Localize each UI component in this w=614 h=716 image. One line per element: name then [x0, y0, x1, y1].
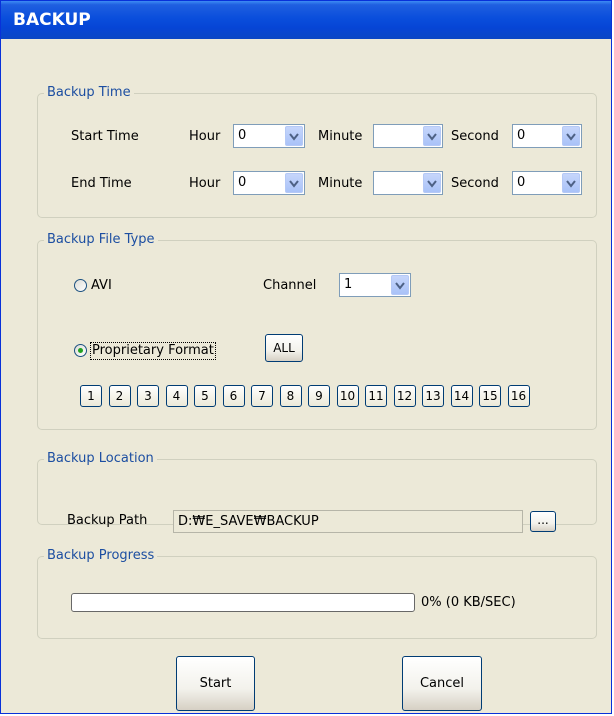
- progress-status: 0% (0 KB/SEC): [421, 595, 516, 610]
- window-title: BACKUP: [1, 1, 611, 39]
- chevron-down-icon[interactable]: [285, 173, 303, 193]
- chevron-down-icon[interactable]: [562, 173, 580, 193]
- channel-label: Channel: [263, 278, 317, 293]
- channel-button-4[interactable]: 4: [165, 385, 188, 407]
- end-hour-value: 0: [238, 175, 247, 190]
- end-minute-select[interactable]: [373, 171, 443, 195]
- browse-button-label: ...: [537, 513, 549, 527]
- channel-button-8[interactable]: 8: [279, 385, 302, 407]
- channel-button-15[interactable]: 15: [479, 385, 501, 407]
- channel-button-1[interactable]: 1: [80, 385, 102, 407]
- start-hour-label: Hour: [189, 129, 221, 144]
- file-type-legend: Backup File Type: [44, 232, 158, 248]
- channel-button-11[interactable]: 11: [365, 385, 387, 407]
- end-hour-select[interactable]: 0: [233, 171, 305, 195]
- channel-button-2[interactable]: 2: [108, 385, 131, 407]
- all-button-label: ALL: [273, 341, 295, 355]
- start-hour-value: 0: [238, 128, 247, 143]
- avi-radio[interactable]: [74, 279, 87, 292]
- start-minute-label: Minute: [318, 129, 363, 144]
- channel-button-6[interactable]: 6: [222, 385, 245, 407]
- channel-button-13[interactable]: 13: [422, 385, 444, 407]
- channel-button-3[interactable]: 3: [137, 385, 159, 407]
- start-button[interactable]: Start: [176, 656, 255, 711]
- proprietary-label[interactable]: Proprietary Format: [90, 342, 216, 360]
- start-hour-select[interactable]: 0: [233, 124, 305, 148]
- channel-button-7[interactable]: 7: [251, 385, 273, 407]
- backup-path-field[interactable]: D:₩E_SAVE₩BACKUP: [173, 510, 523, 533]
- channel-select[interactable]: 1: [339, 273, 411, 297]
- proprietary-radio[interactable]: [74, 344, 87, 357]
- channel-button-16[interactable]: 16: [507, 385, 530, 407]
- channel-button-14[interactable]: 14: [450, 385, 473, 407]
- end-second-select[interactable]: 0: [512, 171, 582, 195]
- radio-selected-dot: [78, 348, 83, 353]
- progress-bar: [71, 593, 415, 612]
- end-second-value: 0: [517, 175, 526, 190]
- backup-path-label: Backup Path: [67, 513, 148, 528]
- cancel-button[interactable]: Cancel: [402, 656, 482, 711]
- channel-button-10[interactable]: 10: [336, 385, 359, 407]
- channel-button-12[interactable]: 12: [393, 385, 416, 407]
- browse-button[interactable]: ...: [530, 511, 556, 532]
- channel-button-9[interactable]: 9: [308, 385, 330, 407]
- backup-time-group: Backup Time: [37, 85, 597, 218]
- end-time-label: End Time: [71, 176, 132, 191]
- chevron-down-icon[interactable]: [285, 126, 303, 146]
- start-button-label: Start: [199, 676, 232, 691]
- chevron-down-icon[interactable]: [423, 126, 441, 146]
- chevron-down-icon[interactable]: [562, 126, 580, 146]
- start-second-label: Second: [451, 129, 499, 144]
- end-hour-label: Hour: [189, 176, 221, 191]
- location-legend: Backup Location: [44, 451, 157, 467]
- chevron-down-icon[interactable]: [423, 173, 441, 193]
- end-minute-label: Minute: [318, 176, 363, 191]
- channel-value: 1: [344, 277, 353, 292]
- backup-dialog: BACKUP Backup Time Start Time Hour 0 Min…: [0, 0, 612, 714]
- start-second-select[interactable]: 0: [512, 124, 582, 148]
- cancel-button-label: Cancel: [419, 676, 465, 691]
- end-second-label: Second: [451, 176, 499, 191]
- backup-time-legend: Backup Time: [44, 85, 134, 101]
- start-second-value: 0: [517, 128, 526, 143]
- start-time-label: Start Time: [71, 129, 139, 144]
- avi-label[interactable]: AVI: [91, 278, 112, 294]
- start-minute-select[interactable]: [373, 124, 443, 148]
- progress-legend: Backup Progress: [44, 548, 158, 564]
- channel-button-5[interactable]: 5: [194, 385, 216, 407]
- all-channels-button[interactable]: ALL: [265, 334, 303, 362]
- chevron-down-icon[interactable]: [391, 275, 409, 295]
